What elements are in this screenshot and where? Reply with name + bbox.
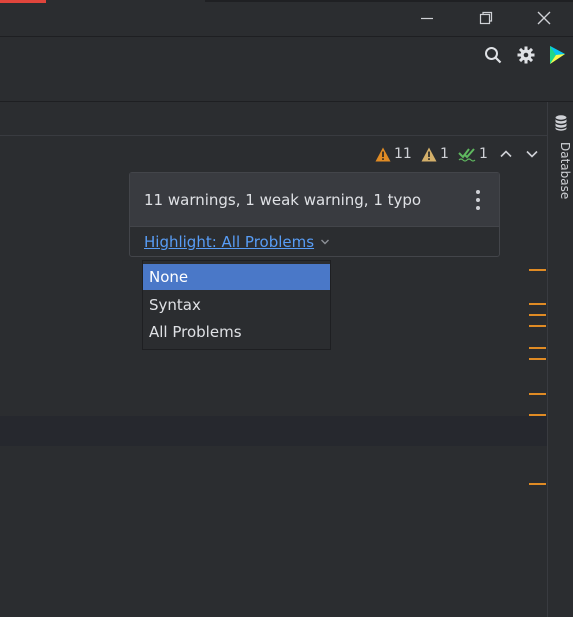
warning-icon <box>375 147 391 161</box>
warning-marker[interactable] <box>529 269 546 271</box>
highlight-level-label: Highlight: All Problems <box>144 233 315 251</box>
chevron-up-icon <box>500 150 512 158</box>
database-icon[interactable] <box>555 115 567 131</box>
chevron-down-icon <box>526 150 538 158</box>
minimize-button[interactable] <box>404 0 450 36</box>
current-line-highlight <box>0 416 547 446</box>
warnings-indicator[interactable]: 11 <box>375 145 412 163</box>
previous-problem-button[interactable] <box>499 145 513 163</box>
main-toolbar <box>0 36 573 73</box>
database-tool-window-button[interactable]: Database <box>548 136 572 206</box>
chevron-down-icon <box>321 239 330 245</box>
dropdown-option-none[interactable]: None <box>143 264 330 290</box>
search-icon <box>485 47 502 64</box>
weak-warnings-count: 1 <box>440 146 449 162</box>
title-bar <box>0 0 573 36</box>
warning-marker[interactable] <box>529 347 546 349</box>
typos-count: 1 <box>479 146 488 162</box>
problems-popup: 11 warnings, 1 weak warning, 1 typo High… <box>129 172 500 257</box>
warnings-count: 11 <box>394 146 412 162</box>
warning-marker[interactable] <box>529 393 546 395</box>
close-icon <box>537 11 551 25</box>
navigation-bar <box>0 72 573 102</box>
more-options-button[interactable] <box>472 190 484 210</box>
dropdown-option-syntax[interactable]: Syntax <box>143 292 330 318</box>
highlight-level-dropdown: None Syntax All Problems <box>142 260 331 350</box>
editor-tab-strip <box>0 102 547 136</box>
warning-marker[interactable] <box>529 483 546 485</box>
typo-check-icon <box>458 148 476 162</box>
warning-marker[interactable] <box>529 314 546 316</box>
dropdown-option-all-problems[interactable]: All Problems <box>143 319 330 345</box>
warning-marker[interactable] <box>529 358 546 360</box>
warning-marker[interactable] <box>529 325 546 327</box>
popup-header: 11 warnings, 1 weak warning, 1 typo <box>130 173 499 227</box>
jetbrains-ai-icon <box>550 46 565 64</box>
kebab-dot <box>476 190 480 194</box>
highlight-level-link[interactable]: Highlight: All Problems <box>144 233 330 251</box>
active-tab-indicator <box>0 0 46 3</box>
settings-button[interactable] <box>515 44 537 66</box>
warning-marker[interactable] <box>529 303 546 305</box>
close-window-button[interactable] <box>521 0 567 36</box>
minimize-icon <box>421 17 433 20</box>
problems-summary: 11 warnings, 1 weak warning, 1 typo <box>144 191 422 209</box>
restore-icon <box>479 11 493 25</box>
search-button[interactable] <box>482 44 504 66</box>
gear-icon <box>517 46 535 64</box>
typos-indicator[interactable]: 1 <box>458 145 488 163</box>
weak-warnings-indicator[interactable]: 1 <box>421 145 449 163</box>
ai-assistant-button[interactable] <box>546 44 568 66</box>
next-problem-button[interactable] <box>525 145 539 163</box>
kebab-dot <box>476 198 480 202</box>
restore-button[interactable] <box>463 0 509 36</box>
weak-warning-icon <box>421 147 437 161</box>
warning-marker[interactable] <box>529 414 546 416</box>
kebab-dot <box>476 206 480 210</box>
title-bar-divider <box>205 0 573 2</box>
